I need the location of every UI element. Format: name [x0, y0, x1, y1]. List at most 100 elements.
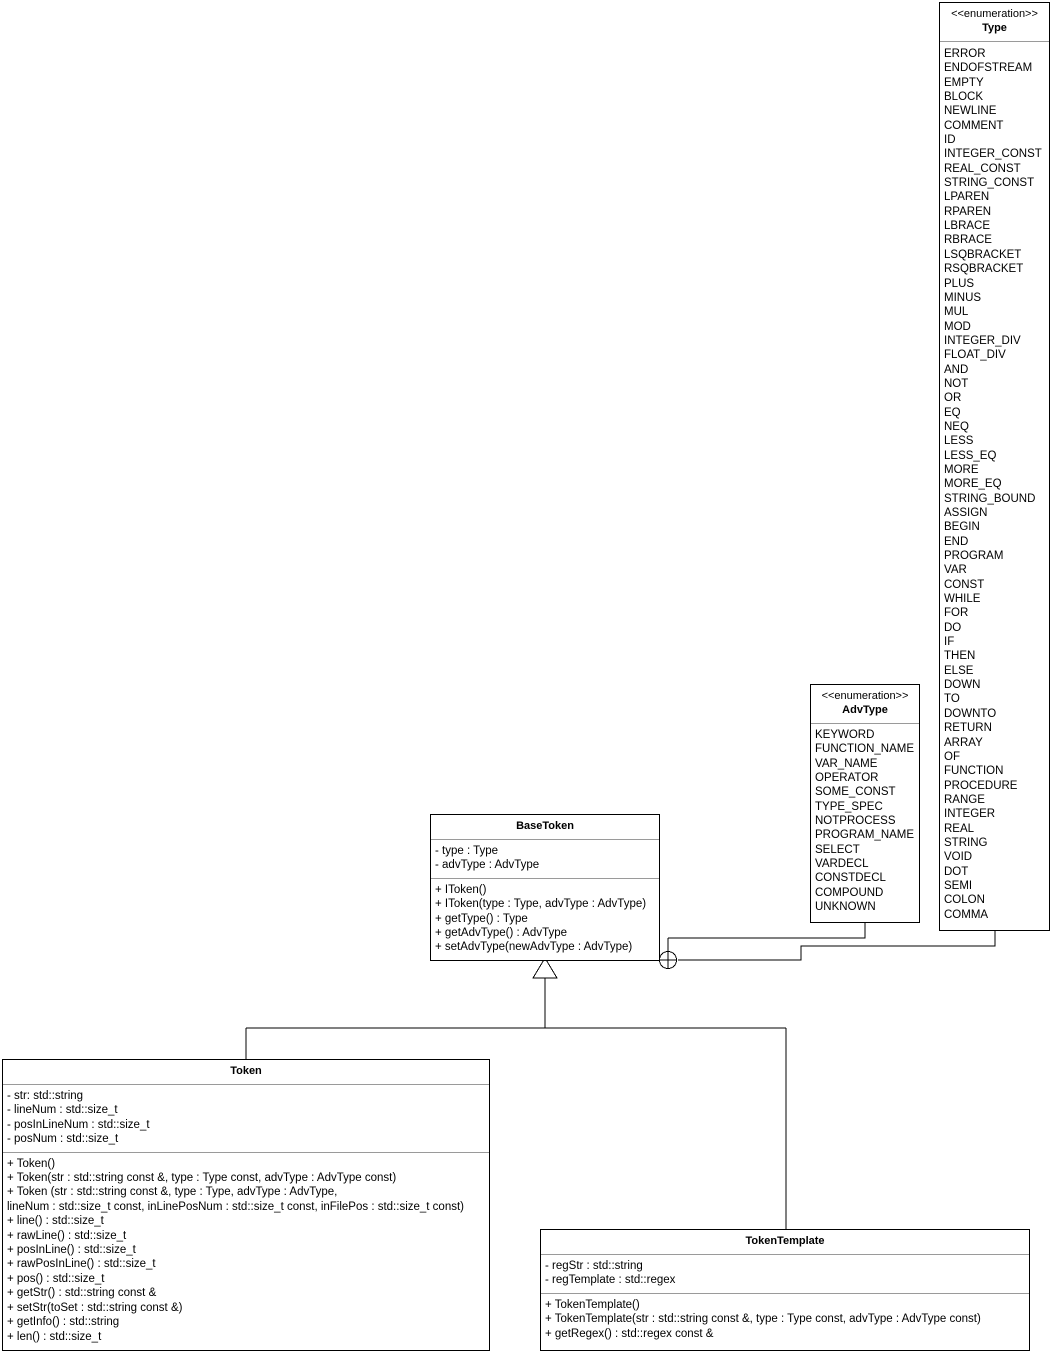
enum-value: AND	[944, 363, 969, 376]
attributes-token: - str: std::string - lineNum : std::size…	[3, 1085, 489, 1152]
enum-value: COMMENT	[944, 119, 1004, 132]
enum-value: ASSIGN	[944, 507, 988, 519]
class-box-token[interactable]: Token - str: std::string - lineNum : std…	[2, 1059, 490, 1351]
enum-value: INTEGER_CONST	[944, 148, 1042, 161]
stereotype-label-advtype: <<enumeration>>	[821, 690, 909, 702]
enum-value: PROCEDURE	[944, 779, 1018, 792]
enum-value: FUNCTION	[944, 765, 1004, 778]
enum-value: BEGIN	[944, 521, 980, 534]
operation-row: + TokenTemplate()	[545, 1298, 640, 1311]
class-name-token: Token	[230, 1065, 262, 1077]
enum-value: ERROR	[944, 48, 986, 60]
enum-value: SEMI	[944, 879, 973, 892]
enum-value: TO	[944, 693, 960, 706]
operations-basetoken: + IToken() + IToken(type : Type, advType…	[431, 877, 659, 960]
class-box-advtype-enumeration[interactable]: <<enumeration>> AdvType KEYWORD FUNCTION…	[810, 684, 920, 923]
enum-value: PROGRAM	[944, 550, 1004, 563]
enum-value: DOWNTO	[944, 707, 997, 720]
enum-value: RANGE	[944, 793, 985, 806]
operations-token: + Token() + Token(str : std::string cons…	[3, 1151, 489, 1349]
enum-value: OF	[944, 750, 960, 763]
uml-class-diagram-canvas: <<enumeration>> Type ERROR ENDOFSTREAM E…	[0, 0, 1059, 1361]
enum-value: PLUS	[944, 277, 975, 290]
enum-value: RSQBRACKET	[944, 263, 1024, 276]
enum-value: LESS_EQ	[944, 449, 997, 462]
enum-value: REAL_CONST	[944, 162, 1021, 175]
class-header-type: <<enumeration>> Type	[940, 3, 1049, 42]
circle-plus-cross-icon	[659, 951, 677, 969]
enum-value: ENDOFSTREAM	[944, 62, 1033, 75]
attribute-row: - str: std::string	[7, 1090, 84, 1102]
enum-value: OR	[944, 392, 962, 405]
enum-value: RBRACE	[944, 234, 992, 247]
enum-value: REAL	[944, 822, 975, 835]
operation-row: + setStr(toSet : std::string const &)	[7, 1301, 183, 1314]
class-box-basetoken[interactable]: BaseToken - type : Type - advType : AdvT…	[430, 814, 660, 961]
attribute-row: - type : Type	[435, 845, 499, 857]
enum-value: DO	[944, 621, 962, 634]
enum-value: CONSTDECL	[815, 872, 886, 885]
class-name-basetoken: BaseToken	[516, 820, 574, 832]
enum-value: NEWLINE	[944, 105, 997, 118]
enum-value: MOD	[944, 320, 971, 333]
enum-value: SELECT	[815, 843, 860, 856]
enum-value: NOTPROCESS	[815, 815, 896, 828]
enum-value: VAR	[944, 564, 967, 577]
enum-value: MUL	[944, 306, 969, 319]
enum-value: FLOAT_DIV	[944, 349, 1006, 362]
operation-row: + setAdvType(newAdvType : AdvType)	[435, 941, 633, 954]
enum-value: EMPTY	[944, 76, 984, 89]
operation-row: + IToken(type : Type, advType : AdvType)	[435, 898, 647, 911]
operations-tokentemplate: + TokenTemplate() + TokenTemplate(str : …	[541, 1292, 1029, 1346]
operation-row: + Token()	[7, 1157, 56, 1170]
attribute-row: - posInLineNum : std::size_t	[7, 1118, 150, 1131]
enum-value: VOID	[944, 851, 973, 864]
enum-value: STRING	[944, 836, 988, 849]
enum-value: TYPE_SPEC	[815, 800, 883, 813]
stereotype-label-type: <<enumeration>>	[951, 8, 1038, 20]
enum-values-advtype: KEYWORD FUNCTION_NAME VAR_NAME OPERATOR …	[811, 724, 919, 919]
attributes-basetoken: - type : Type - advType : AdvType	[431, 840, 659, 878]
enum-value: ID	[944, 134, 956, 147]
class-name-advtype: AdvType	[842, 704, 888, 716]
attribute-row: - posNum : std::size_t	[7, 1133, 119, 1146]
enum-value: OPERATOR	[815, 772, 879, 785]
class-box-type-enumeration[interactable]: <<enumeration>> Type ERROR ENDOFSTREAM E…	[939, 2, 1050, 931]
class-name-tokentemplate: TokenTemplate	[745, 1235, 825, 1247]
operation-row: + rawPosInLine() : std::size_t	[7, 1258, 156, 1271]
enum-value: IF	[944, 636, 955, 649]
inheritance-triangle-icon	[532, 957, 558, 979]
operation-row: + getStr() : std::string const &	[7, 1287, 157, 1300]
attribute-row: - regStr : std::string	[545, 1260, 643, 1272]
enum-value: NOT	[944, 377, 969, 390]
enum-value: EQ	[944, 406, 961, 419]
enum-value: LBRACE	[944, 220, 991, 233]
enum-value: DOWN	[944, 679, 981, 692]
connector-bus-to-tokentemplate-hidden	[660, 960, 1030, 1229]
operation-row: + Token (str : std::string const &, type…	[7, 1186, 338, 1199]
enum-value: MINUS	[944, 291, 982, 304]
enum-value: MORE	[944, 463, 979, 476]
enum-value: INTEGER	[944, 808, 996, 821]
enum-value: THEN	[944, 650, 976, 663]
operation-row: + line() : std::size_t	[7, 1215, 104, 1228]
enum-value: ARRAY	[944, 736, 983, 749]
enum-value: STRING_BOUND	[944, 492, 1036, 505]
enum-value: RPAREN	[944, 205, 992, 218]
operation-row: + posInLine() : std::size_t	[7, 1244, 136, 1257]
class-box-tokentemplate[interactable]: TokenTemplate - regStr : std::string - r…	[540, 1229, 1030, 1351]
enum-value: PROGRAM_NAME	[815, 829, 915, 842]
operation-row: + IToken()	[435, 883, 487, 896]
enum-value: LPAREN	[944, 191, 990, 204]
enum-value: MORE_EQ	[944, 478, 1002, 491]
operation-row-continuation: lineNum : std::size_t const, inLinePosNu…	[7, 1200, 464, 1213]
enum-value: SOME_CONST	[815, 786, 896, 799]
enum-value: DOT	[944, 865, 969, 878]
enum-value: COMMA	[944, 908, 989, 921]
class-header-advtype: <<enumeration>> AdvType	[811, 685, 919, 724]
class-header-token: Token	[3, 1060, 489, 1085]
enum-value: VAR_NAME	[815, 757, 878, 770]
class-header-tokentemplate: TokenTemplate	[541, 1230, 1029, 1255]
operation-row: + TokenTemplate(str : std::string const …	[545, 1313, 981, 1326]
enum-value: VARDECL	[815, 858, 869, 871]
